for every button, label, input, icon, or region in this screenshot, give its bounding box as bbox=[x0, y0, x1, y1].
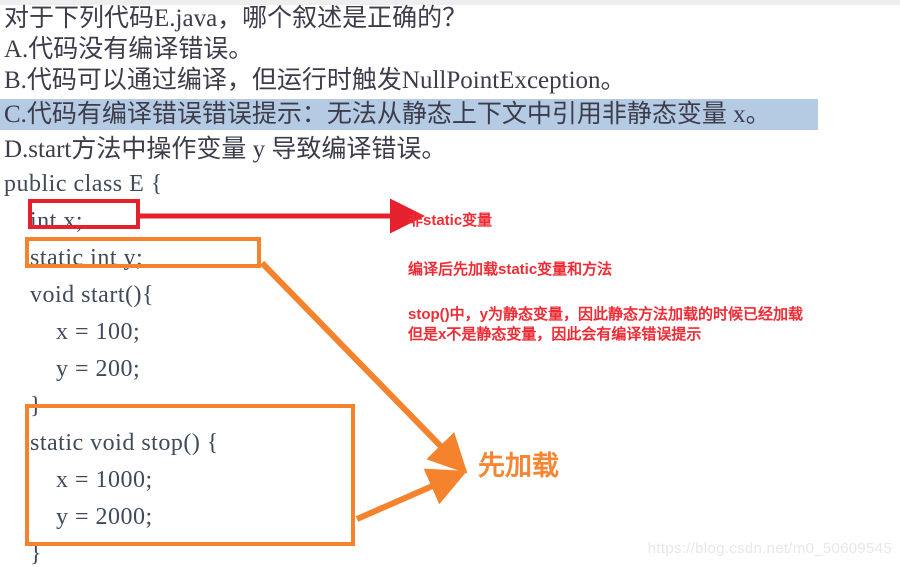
note-explanation: stop()中，y为静态变量，因此静态方法加载的时候已经加载 但是x不是静态变量… bbox=[408, 305, 888, 345]
note-non-static-variable: 非static变量 bbox=[408, 212, 493, 229]
annotation-box-int-x bbox=[28, 199, 140, 229]
note-load-static-first: 编译后先加载static变量和方法 bbox=[408, 261, 613, 278]
arrow-stop-method-to-load-first bbox=[355, 468, 468, 522]
option-a: A.代码没有编译错误。 bbox=[4, 36, 254, 63]
note-explanation-line-1: stop()中，y为静态变量，因此静态方法加载的时候已经加载 bbox=[408, 306, 803, 323]
option-b: B.代码可以通过编译，但运行时触发NullPointException。 bbox=[4, 67, 626, 94]
annotation-box-static-void-stop bbox=[25, 404, 355, 546]
watermark: https://blog.csdn.net/m0_50609545 bbox=[647, 540, 892, 557]
screenshot-canvas: 对于下列代码E.java，哪个叙述是正确的？ A.代码没有编译错误。 B.代码可… bbox=[0, 0, 900, 567]
annotation-box-static-int-y bbox=[25, 237, 261, 268]
note-load-first: 先加载 bbox=[478, 451, 559, 481]
question-prompt: 对于下列代码E.java，哪个叙述是正确的？ bbox=[4, 5, 468, 32]
option-d: D.start方法中操作变量 y 导致编译错误。 bbox=[4, 136, 447, 163]
note-explanation-line-2: 但是x不是静态变量，因此会有编译错误提示 bbox=[408, 326, 702, 343]
option-c: C.代码有编译错误错误提示：无法从静态上下文中引用非静态变量 x。 bbox=[4, 101, 771, 128]
